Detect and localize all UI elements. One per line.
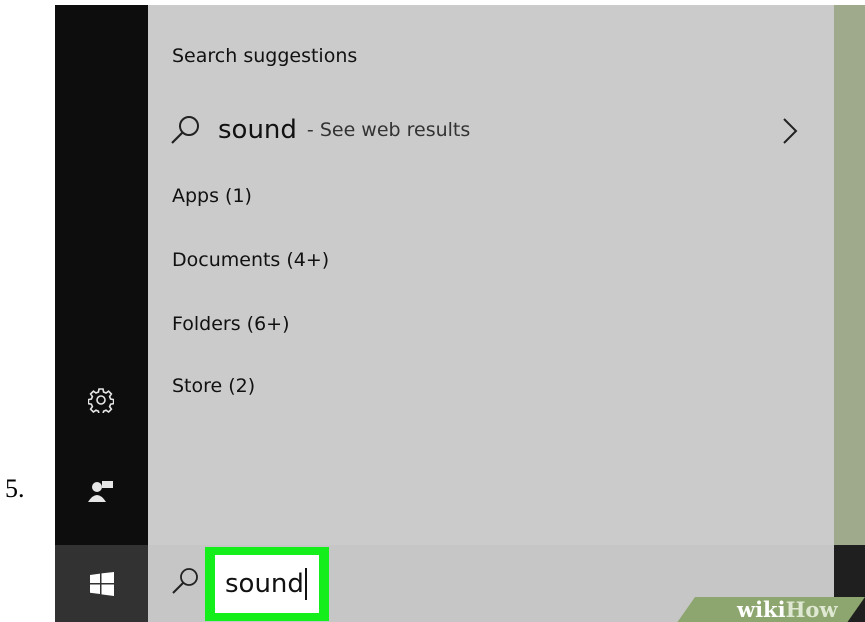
step-number: 5. [5, 474, 25, 503]
suggestion-subtext: - See web results [306, 119, 471, 141]
chevron-right-icon[interactable] [780, 117, 800, 145]
text-caret [304, 568, 307, 600]
windows-search-screenshot: Search suggestions sound - See web resul… [55, 5, 865, 622]
gear-icon[interactable] [81, 380, 121, 420]
search-input-value: sound [225, 569, 304, 599]
category-apps[interactable]: Apps (1) [172, 185, 252, 207]
search-highlight-box: sound [205, 547, 329, 621]
user-icon[interactable] [81, 471, 121, 511]
category-folders[interactable]: Folders (6+) [172, 313, 290, 335]
desktop-background [834, 5, 865, 545]
windows-start-icon [89, 571, 114, 596]
windows-start-button[interactable] [55, 545, 148, 622]
category-store[interactable]: Store (2) [172, 375, 255, 397]
search-icon [171, 116, 199, 144]
category-documents[interactable]: Documents (4+) [172, 249, 329, 271]
start-rail [55, 5, 148, 545]
search-results-panel: Search suggestions sound - See web resul… [148, 5, 834, 545]
search-icon [172, 568, 198, 594]
wikihow-watermark: wikiHow [737, 597, 838, 622]
search-input[interactable]: sound [215, 555, 319, 613]
suggestion-query: sound [218, 115, 297, 145]
web-suggestion-row[interactable]: sound - See web results [168, 105, 808, 155]
section-title: Search suggestions [172, 45, 358, 67]
